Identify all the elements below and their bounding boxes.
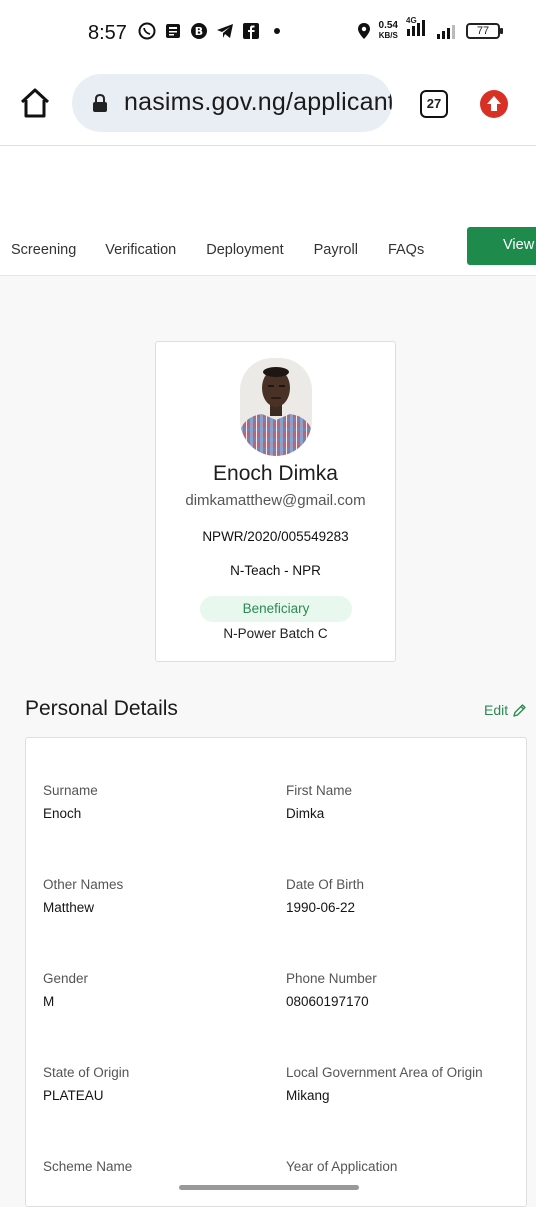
- nav-item-deployment[interactable]: Deployment: [206, 242, 283, 258]
- view-button[interactable]: View: [467, 227, 536, 265]
- field-phone-number: Phone Number 08060197170: [286, 971, 377, 1009]
- field-first-name: First Name Dimka: [286, 783, 352, 821]
- url-text: nasims.gov.ng/applicant: [124, 88, 392, 116]
- section-title: Personal Details: [25, 697, 178, 720]
- lock-icon: [93, 94, 107, 112]
- field-label: Scheme Name: [43, 1159, 133, 1174]
- status-time: 8:57: [88, 22, 127, 44]
- personal-details-card: Surname Enoch First Name Dimka Other Nam…: [25, 737, 527, 1207]
- net-speed-unit: KB/S: [378, 30, 398, 40]
- avatar: [240, 358, 312, 456]
- profile-name: Enoch Dimka: [213, 462, 338, 485]
- whatsapp-icon: [138, 22, 156, 40]
- address-bar[interactable]: nasims.gov.ng/applicant: [72, 74, 392, 132]
- edit-label: Edit: [484, 702, 509, 718]
- facebook-icon: [243, 23, 259, 39]
- nav-item-verification[interactable]: Verification: [105, 242, 176, 258]
- home-icon[interactable]: [18, 86, 52, 120]
- nav-item-faqs[interactable]: FAQs: [388, 242, 424, 258]
- site-header: Screening Verification Deployment Payrol…: [0, 146, 536, 276]
- field-label: Local Government Area of Origin: [286, 1065, 483, 1080]
- field-state-of-origin: State of Origin PLATEAU: [43, 1065, 129, 1103]
- status-badge: Beneficiary: [200, 596, 352, 622]
- more-dot-icon: [274, 28, 280, 34]
- tab-switcher-button[interactable]: 27: [420, 90, 448, 118]
- browser-toolbar: nasims.gov.ng/applicant 27: [0, 66, 536, 146]
- batch-name: N-Power Batch C: [223, 626, 328, 641]
- field-gender: Gender M: [43, 971, 88, 1009]
- field-label: Date Of Birth: [286, 877, 365, 892]
- field-lga-of-origin: Local Government Area of Origin Mikang: [286, 1065, 483, 1103]
- field-value: Dimka: [286, 806, 325, 821]
- network-type: 4G: [406, 16, 417, 25]
- field-value: Enoch: [43, 806, 82, 821]
- field-label: Other Names: [43, 877, 124, 892]
- field-year-of-application: Year of Application: [286, 1159, 397, 1182]
- profile-photo: [240, 358, 312, 456]
- browser-update-button[interactable]: [480, 90, 508, 118]
- edit-link[interactable]: Edit: [484, 702, 527, 718]
- application-id: NPWR/2020/005549283: [202, 529, 349, 544]
- field-value: 08060197170: [286, 994, 369, 1009]
- net-speed: 0.54 KB/S: [378, 19, 398, 41]
- field-value: Mikang: [286, 1088, 330, 1103]
- signal-group-1: 4G: [406, 16, 428, 41]
- field-scheme-name: Scheme Name: [43, 1159, 132, 1182]
- field-surname: Surname Enoch: [43, 783, 98, 821]
- field-label: Surname: [43, 783, 98, 798]
- field-value: Matthew: [43, 900, 95, 915]
- field-value: PLATEAU: [43, 1088, 104, 1103]
- field-label: State of Origin: [43, 1065, 130, 1080]
- arrow-up-icon: [487, 96, 501, 111]
- nav-item-payroll[interactable]: Payroll: [314, 242, 358, 258]
- field-label: Year of Application: [286, 1159, 398, 1174]
- notification-icons: B: [138, 22, 286, 40]
- nav-item-screening[interactable]: Screening: [11, 242, 76, 258]
- field-value: 1990-06-22: [286, 900, 356, 915]
- telegram-icon: [217, 24, 233, 38]
- bitcoin-icon: B: [191, 23, 207, 39]
- net-speed-value: 0.54: [378, 19, 398, 31]
- field-date-of-birth: Date Of Birth 1990-06-22: [286, 877, 364, 915]
- status-indicators: 0.54 KB/S 4G 77: [357, 16, 503, 41]
- gesture-handle[interactable]: [179, 1185, 359, 1190]
- profile-email: dimkamatthew@gmail.com: [185, 492, 366, 509]
- main-nav: Screening Verification Deployment Payrol…: [11, 242, 424, 258]
- field-label: Phone Number: [286, 971, 377, 986]
- field-other-names: Other Names Matthew: [43, 877, 123, 915]
- field-label: Gender: [43, 971, 89, 986]
- signal-icon-2: [437, 24, 455, 39]
- svg-text:B: B: [195, 25, 203, 38]
- profile-card: Enoch Dimka dimkamatthew@gmail.com NPWR/…: [155, 341, 396, 662]
- field-value: M: [43, 994, 55, 1009]
- field-label: First Name: [286, 783, 353, 798]
- pencil-icon: [513, 703, 526, 717]
- location-icon: [357, 22, 370, 39]
- battery-indicator: 77: [466, 22, 503, 39]
- status-bar: 8:57 B 0.54 KB/S 4G 77: [0, 0, 536, 66]
- program-name: N-Teach - NPR: [230, 563, 321, 578]
- news-icon: [166, 24, 180, 38]
